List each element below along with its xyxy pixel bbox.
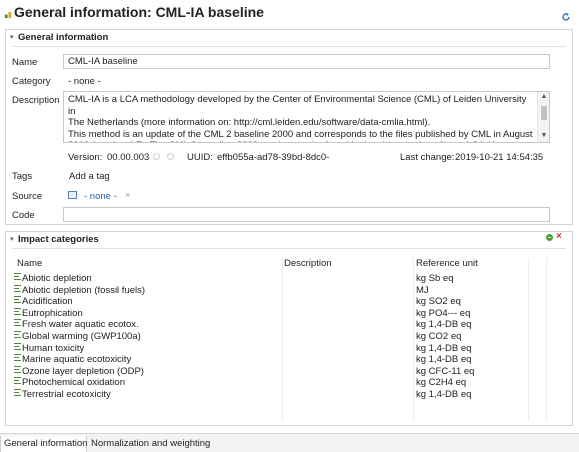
clear-source-button[interactable]: × (125, 190, 130, 200)
version-up-icon[interactable] (167, 153, 174, 160)
delete-icon[interactable]: × (556, 231, 562, 242)
table-row[interactable]: Ozone layer depletion (ODP) kg CFC-11 eq (13, 365, 559, 378)
row-reference-unit: kg C2H4 eq (416, 377, 467, 389)
impact-category-icon (14, 389, 21, 396)
chevron-down-icon[interactable]: ▾ (10, 235, 14, 243)
row-reference-unit: kg CO2 eq (416, 331, 462, 342)
column-header-reference-unit[interactable]: Reference unit (416, 258, 478, 269)
chevron-down-icon[interactable]: ▾ (10, 33, 14, 41)
table-row[interactable]: Acidification kg SO2 eq (13, 296, 559, 308)
add-icon[interactable] (546, 234, 553, 241)
version-value: 00.00.003 (107, 152, 150, 163)
impact-category-icon (14, 377, 21, 385)
impact-category-icon (14, 354, 21, 362)
impact-category-icon (14, 331, 21, 338)
row-reference-unit: MJ (416, 284, 429, 296)
section-title: General information (18, 32, 109, 43)
uuid-label: UUID: (187, 152, 213, 163)
table-row[interactable]: Abiotic depletion kg Sb eq (13, 273, 559, 285)
column-header-description[interactable]: Description (284, 258, 332, 269)
section-header[interactable]: ▾ General information (6, 30, 572, 46)
table-row[interactable]: Fresh water aquatic ecotox. kg 1,4-DB eq (13, 319, 559, 331)
tags-label: Tags (12, 171, 33, 182)
section-title: Impact categories (18, 234, 99, 245)
description-scrollbar[interactable]: ▲ ▼ (537, 92, 549, 142)
last-change-label: Last change: (400, 152, 455, 163)
row-reference-unit: kg 1,4-DB eq (416, 389, 472, 400)
category-value[interactable]: - none - (68, 76, 101, 87)
row-reference-unit: kg CFC-11 eq (416, 365, 475, 377)
row-name: Terrestrial ecotoxicity (22, 389, 111, 400)
page-title: General information: CML-IA baseline (14, 4, 264, 20)
source-icon (68, 191, 77, 199)
row-name: Global warming (GWP100a) (22, 331, 141, 342)
description-label: Description (12, 95, 60, 106)
table-row[interactable]: Abiotic depletion (fossil fuels) MJ (13, 284, 559, 297)
row-name: Marine aquatic ecotoxicity (22, 354, 132, 366)
row-reference-unit: kg PO4--- eq (416, 307, 471, 319)
divider (12, 46, 566, 47)
last-change-value: 2019-10-21 14:54:35 (455, 152, 544, 163)
row-name: Eutrophication (22, 307, 83, 319)
impact-category-icon (14, 319, 21, 327)
table-row[interactable]: Marine aquatic ecotoxicity kg 1,4-DB eq (13, 354, 559, 366)
divider (12, 248, 566, 249)
version-row: Version: 00.00.003 UUID: effb055a-ad78-3… (0, 152, 579, 164)
table-row[interactable]: Human toxicity kg 1,4-DB eq (13, 342, 559, 355)
row-reference-unit: kg Sb eq (416, 273, 454, 284)
section-header[interactable]: ▾ Impact categories (6, 232, 572, 248)
code-field[interactable] (63, 207, 550, 222)
version-label: Version: (68, 152, 103, 163)
category-label: Category (12, 76, 51, 87)
tab-normalization-and-weighting[interactable]: Normalization and weighting (88, 436, 214, 452)
row-reference-unit: kg 1,4-DB eq (416, 342, 472, 354)
uuid-value: effb055a-ad78-39bd-8dc0- (217, 152, 330, 163)
row-name: Ozone layer depletion (ODP) (22, 365, 144, 377)
table-row[interactable]: Photochemical oxidation kg C2H4 eq (13, 377, 559, 389)
column-header-name[interactable]: Name (17, 258, 42, 269)
row-name: Fresh water aquatic ecotox. (22, 319, 139, 331)
impact-category-icon (14, 365, 21, 373)
row-name: Abiotic depletion (22, 273, 92, 284)
row-name: Acidification (22, 296, 73, 308)
row-name: Abiotic depletion (fossil fuels) (22, 284, 146, 296)
source-link[interactable]: - none - (84, 191, 117, 202)
editor-tabs: General information Normalization and we… (0, 433, 579, 452)
scroll-down-icon[interactable]: ▼ (538, 132, 549, 139)
name-label: Name (12, 57, 38, 68)
row-reference-unit: kg 1,4-DB eq (416, 319, 472, 331)
impact-category-icon (14, 296, 21, 304)
description-field[interactable]: CML-IA is a LCA methodology developed by… (63, 91, 550, 143)
source-label: Source (12, 191, 43, 202)
row-reference-unit: kg SO2 eq (416, 296, 461, 308)
scroll-up-icon[interactable]: ▲ (538, 93, 549, 100)
description-text[interactable]: CML-IA is a LCA methodology developed by… (68, 94, 534, 142)
name-field[interactable]: CML-IA baseline (63, 54, 550, 69)
refresh-icon[interactable] (561, 12, 571, 22)
impact-category-icon (14, 342, 21, 350)
table-row[interactable]: Eutrophication kg PO4--- eq (13, 307, 559, 320)
code-label: Code (12, 210, 35, 221)
table-header: Name Description Reference unit (13, 258, 559, 270)
impact-category-icon (14, 307, 21, 315)
tab-general-information[interactable]: General information (0, 436, 87, 452)
version-down-icon[interactable] (153, 153, 160, 160)
row-name: Photochemical oxidation (22, 377, 125, 389)
row-reference-unit: kg 1,4-DB eq (416, 354, 472, 366)
row-name: Human toxicity (22, 342, 85, 354)
impact-category-icon (14, 284, 21, 292)
impact-method-icon (4, 11, 12, 19)
table-row[interactable]: Terrestrial ecotoxicity kg 1,4-DB eq (13, 389, 559, 401)
impact-category-icon (14, 273, 21, 280)
table-row[interactable]: Global warming (GWP100a) kg CO2 eq (13, 331, 559, 343)
editor-header: General information: CML-IA baseline (0, 0, 579, 24)
add-tag-button[interactable]: Add a tag (69, 171, 110, 182)
scroll-thumb[interactable] (541, 106, 547, 120)
